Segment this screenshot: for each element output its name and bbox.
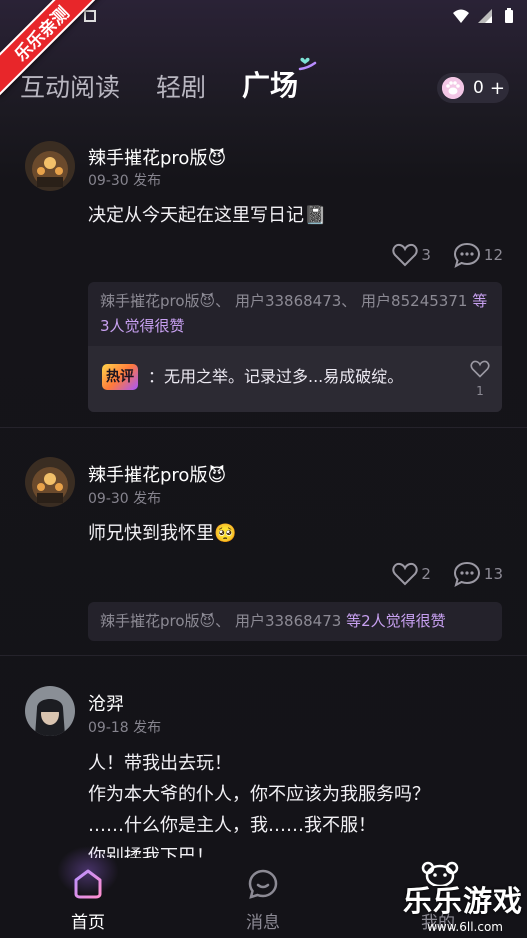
comment-button[interactable]: 12 bbox=[453, 242, 503, 268]
comment-icon bbox=[453, 242, 480, 268]
likes-summary-box[interactable]: 辣手摧花pro版😈、 用户33868473、 用户85245371 等3人觉得很… bbox=[88, 282, 502, 412]
battery-icon bbox=[505, 8, 513, 23]
post-username[interactable]: 辣手摧花pro版😈 bbox=[88, 144, 226, 170]
liked-by-users: 辣手摧花pro版😈、 用户33868473 bbox=[100, 612, 342, 630]
comment-count: 12 bbox=[483, 246, 503, 264]
post-content: 师兄快到我怀里🥺 bbox=[88, 523, 237, 544]
hot-comment-like-count: 1 bbox=[476, 384, 484, 398]
hot-comment-text: ：无用之举。记录过多...易成破绽。 bbox=[148, 367, 404, 386]
site-watermark: 乐乐游戏 www.6ll.com bbox=[403, 861, 524, 934]
likes-summary-box[interactable]: 辣手摧花pro版😈、 用户33868473 等2人觉得很赞 bbox=[88, 602, 502, 641]
comment-button[interactable]: 13 bbox=[453, 561, 503, 587]
avatar[interactable] bbox=[25, 141, 75, 191]
hot-comment[interactable]: 热评 ：无用之举。记录过多...易成破绽。 1 bbox=[88, 346, 502, 412]
like-button[interactable]: 3 bbox=[392, 243, 431, 267]
post-content: 决定从今天起在这里写日记📓 bbox=[88, 205, 327, 226]
nav-messages[interactable]: 消息 bbox=[223, 868, 303, 933]
post-time: 09-30 发布 bbox=[88, 173, 162, 189]
watermark-title: 乐乐游戏 bbox=[403, 884, 524, 918]
liked-by-users: 辣手摧花pro版😈、 用户33868473、 用户85245371 bbox=[100, 292, 468, 310]
signal-icon bbox=[478, 9, 492, 23]
avatar[interactable] bbox=[25, 457, 75, 507]
heart-icon bbox=[392, 243, 418, 267]
comment-icon bbox=[453, 561, 480, 587]
tab-interactive-reading[interactable]: 互动阅读 bbox=[20, 68, 120, 104]
heart-icon bbox=[392, 562, 418, 586]
tab-plaza-label: 广场 bbox=[242, 69, 299, 102]
post-username[interactable]: 沧羿 bbox=[88, 690, 124, 716]
comment-count: 13 bbox=[483, 565, 503, 583]
coin-count: 0 bbox=[473, 78, 484, 98]
like-count: 3 bbox=[421, 246, 431, 264]
post-username[interactable]: 辣手摧花pro版😈 bbox=[88, 461, 226, 487]
coin-balance-pill[interactable]: 0 + bbox=[437, 73, 509, 103]
top-tab-bar: 互动阅读 轻剧 广场 bbox=[20, 57, 334, 104]
nav-home[interactable]: 首页 bbox=[48, 846, 128, 933]
tab-plaza[interactable]: 广场 bbox=[242, 57, 317, 104]
liked-by-text: 辣手摧花pro版😈、 用户33868473、 用户85245371 等3人觉得很… bbox=[88, 282, 502, 346]
add-coins-button[interactable]: + bbox=[490, 78, 505, 99]
home-icon bbox=[74, 869, 102, 899]
post-actions: 2 13 bbox=[370, 561, 503, 587]
hot-comment-badge: 热评 bbox=[102, 364, 138, 390]
feed-post[interactable]: 辣手摧花pro版😈 09-30 发布 决定从今天起在这里写日记📓 3 12 辣手… bbox=[0, 120, 527, 428]
feed-post[interactable]: 沧羿 09-18 发布 人！带我出去玩！ 作为本大爷的仆人，你不应该为我服务吗？… bbox=[0, 656, 527, 867]
post-time: 09-18 发布 bbox=[88, 720, 162, 736]
nav-messages-label: 消息 bbox=[246, 913, 280, 933]
feed-post[interactable]: 辣手摧花pro版😈 09-30 发布 师兄快到我怀里🥺 2 13 辣手摧花pro… bbox=[0, 428, 527, 656]
tab-short-drama[interactable]: 轻剧 bbox=[156, 68, 206, 104]
heart-sparkle-icon bbox=[298, 57, 317, 71]
avatar[interactable] bbox=[25, 686, 75, 736]
heart-icon bbox=[470, 360, 490, 378]
like-button[interactable]: 2 bbox=[392, 562, 431, 586]
app-screen: 乐乐亲测 互动阅读 轻剧 广场 0 + 辣手摧花pro版😈 09-30 发布 决… bbox=[0, 0, 527, 938]
post-actions: 3 12 bbox=[370, 242, 503, 268]
notification-icon bbox=[84, 10, 96, 22]
liked-by-count: 等2人觉得很赞 bbox=[346, 612, 446, 630]
wifi-icon bbox=[453, 9, 469, 23]
like-count: 2 bbox=[421, 565, 431, 583]
post-content: 人！带我出去玩！ 作为本大爷的仆人，你不应该为我服务吗？ ……什么你是主人，我…… bbox=[88, 753, 430, 867]
nav-home-label: 首页 bbox=[71, 913, 105, 933]
paw-icon bbox=[442, 77, 464, 99]
liked-by-text: 辣手摧花pro版😈、 用户33868473 等2人觉得很赞 bbox=[88, 602, 502, 641]
message-icon bbox=[248, 869, 278, 899]
hot-comment-like-button[interactable]: 1 bbox=[470, 360, 490, 398]
watermark-url: www.6ll.com bbox=[427, 920, 503, 934]
post-time: 09-30 发布 bbox=[88, 491, 162, 507]
